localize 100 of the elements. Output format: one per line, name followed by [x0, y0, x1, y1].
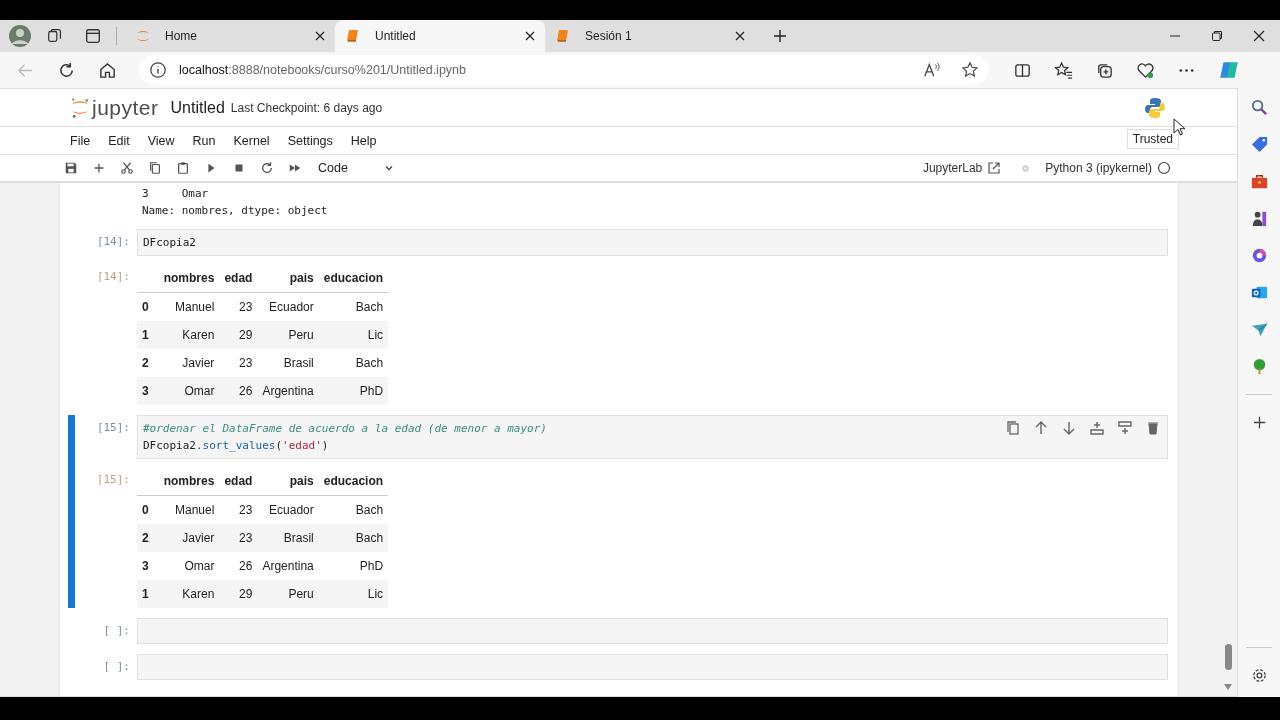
book-icon [345, 28, 361, 44]
python-logo-icon [1143, 95, 1167, 120]
notebook-title[interactable]: Untitled [170, 98, 225, 117]
row-index: 1 [137, 321, 159, 349]
menu-item[interactable]: Help [350, 133, 377, 148]
row-index: 0 [137, 495, 159, 524]
code-editor[interactable]: #ordenar el DataFrame de acuerdo a la edad (de menor a mayor) DFcopia2.sort_values('edad') [137, 415, 1168, 459]
input-prompt: [15]: [95, 420, 131, 434]
menu-item[interactable]: File [70, 133, 91, 148]
output-prompt: [15]: [95, 472, 131, 486]
table-cell: 29 [219, 580, 258, 608]
table-cell: Ecuador [257, 495, 319, 524]
column-header: nombres [158, 264, 220, 293]
address-field[interactable]: localhost:8888/notebooks/curso%201/Untitled.ipynb [139, 55, 989, 85]
table-cell: Lic [318, 321, 389, 349]
mouse-cursor-icon [1173, 118, 1185, 136]
gear-icon [1020, 162, 1032, 174]
jupyter-logo-icon [135, 28, 151, 44]
table-cell: Bach [318, 349, 389, 377]
table-cell: Lic [318, 580, 389, 608]
jupyter-wordmark: jupyter [92, 95, 159, 120]
table-cell: Brasil [257, 524, 319, 552]
home-icon[interactable] [98, 60, 117, 80]
tab-actions-icon[interactable] [84, 27, 102, 45]
scrollbar-thumb[interactable] [1224, 644, 1232, 670]
table-cell: Bach [318, 495, 389, 524]
output-line: 3 Omar [142, 186, 209, 202]
search-icon[interactable] [1249, 98, 1269, 117]
row-index: 1 [137, 580, 159, 608]
checkpoint-label: Last Checkpoint: 6 days ago [230, 100, 383, 115]
column-header: educacion [318, 467, 389, 496]
row-index: 2 [137, 524, 159, 552]
refresh-icon[interactable] [57, 60, 76, 80]
paste-icon[interactable] [176, 161, 190, 175]
row-index: 2 [137, 349, 159, 377]
column-header: educacion [318, 264, 389, 293]
code-editor[interactable]: DFcopia2 [137, 229, 1168, 256]
menu-item[interactable]: Edit [108, 133, 130, 148]
table-cell: Peru [257, 321, 319, 349]
scroll-down-icon[interactable] [1224, 684, 1232, 690]
new-tab-icon[interactable] [773, 29, 787, 43]
heart-pulse-icon[interactable] [1136, 60, 1155, 80]
table-cell: Omar [158, 377, 220, 405]
copilot-icon[interactable] [1218, 59, 1240, 81]
insert-below-icon[interactable] [1117, 420, 1133, 436]
chevron-down-icon [384, 163, 394, 173]
browser-tab[interactable]: Home [125, 20, 335, 52]
table-cell: Karen [158, 580, 220, 608]
menu-item[interactable]: Settings [287, 133, 333, 148]
column-header: nombres [158, 467, 220, 496]
toolbox-icon[interactable] [1249, 172, 1269, 191]
row-index: 3 [137, 552, 159, 580]
save-icon[interactable] [64, 161, 78, 175]
profile-avatar-icon[interactable] [8, 24, 32, 48]
close-icon[interactable] [315, 31, 325, 41]
kernel-name[interactable]: Python 3 (ipykernel) [1045, 161, 1152, 175]
table-cell: Bach [318, 524, 389, 552]
trash-icon[interactable] [1145, 420, 1161, 436]
arrow-up-icon[interactable] [1033, 420, 1049, 436]
table-cell: Argentina [257, 377, 319, 405]
table-cell: Bach [318, 292, 389, 321]
code-line: #ordenar el DataFrame de acuerdo a la edad (de menor a mayor) [143, 421, 547, 437]
code-line: DFcopia2 [143, 235, 196, 251]
restart-icon[interactable] [260, 161, 274, 175]
table-cell: 23 [219, 495, 258, 524]
arrow-down-icon[interactable] [1061, 420, 1077, 436]
input-prompt: [ ]: [102, 623, 131, 637]
cell-type-dropdown[interactable]: Code [318, 161, 394, 175]
close-icon[interactable] [525, 31, 535, 41]
table-cell: 23 [219, 349, 258, 377]
code-line: DFcopia2.sort_values('edad') [143, 438, 329, 454]
row-index: 3 [137, 377, 159, 405]
table-cell: 26 [219, 377, 258, 405]
favorites-icon[interactable] [1054, 60, 1073, 80]
browser-tab[interactable]: Untitled [335, 20, 545, 52]
menu-item[interactable]: Kernel [233, 133, 270, 148]
row-index: 0 [137, 292, 159, 321]
info-icon[interactable] [149, 61, 167, 79]
menu-item[interactable]: View [147, 133, 175, 148]
workspaces-icon[interactable] [46, 27, 64, 45]
plus-icon[interactable] [92, 161, 106, 175]
table-cell: Brasil [257, 349, 319, 377]
table-cell: Omar [158, 552, 220, 580]
table-cell: 23 [219, 292, 258, 321]
close-icon[interactable] [735, 31, 745, 41]
jupyterlab-link[interactable]: JupyterLab [922, 161, 983, 175]
duplicate-icon[interactable] [1005, 420, 1021, 436]
read-aloud-icon[interactable] [923, 61, 941, 79]
table-cell: Ecuador [257, 292, 319, 321]
favorite-star-icon[interactable] [961, 61, 979, 79]
browser-tab[interactable]: Sesión 1 [545, 20, 755, 52]
scissors-icon[interactable] [120, 161, 134, 175]
restore-icon[interactable] [1211, 30, 1223, 42]
copy-icon[interactable] [148, 161, 162, 175]
external-link-icon[interactable] [987, 161, 1002, 175]
tag-icon[interactable] [1249, 135, 1269, 154]
menu-item[interactable]: Run [192, 133, 216, 148]
close-icon[interactable] [1253, 30, 1265, 42]
table-cell: Javier [158, 349, 220, 377]
insert-above-icon[interactable] [1089, 420, 1105, 436]
